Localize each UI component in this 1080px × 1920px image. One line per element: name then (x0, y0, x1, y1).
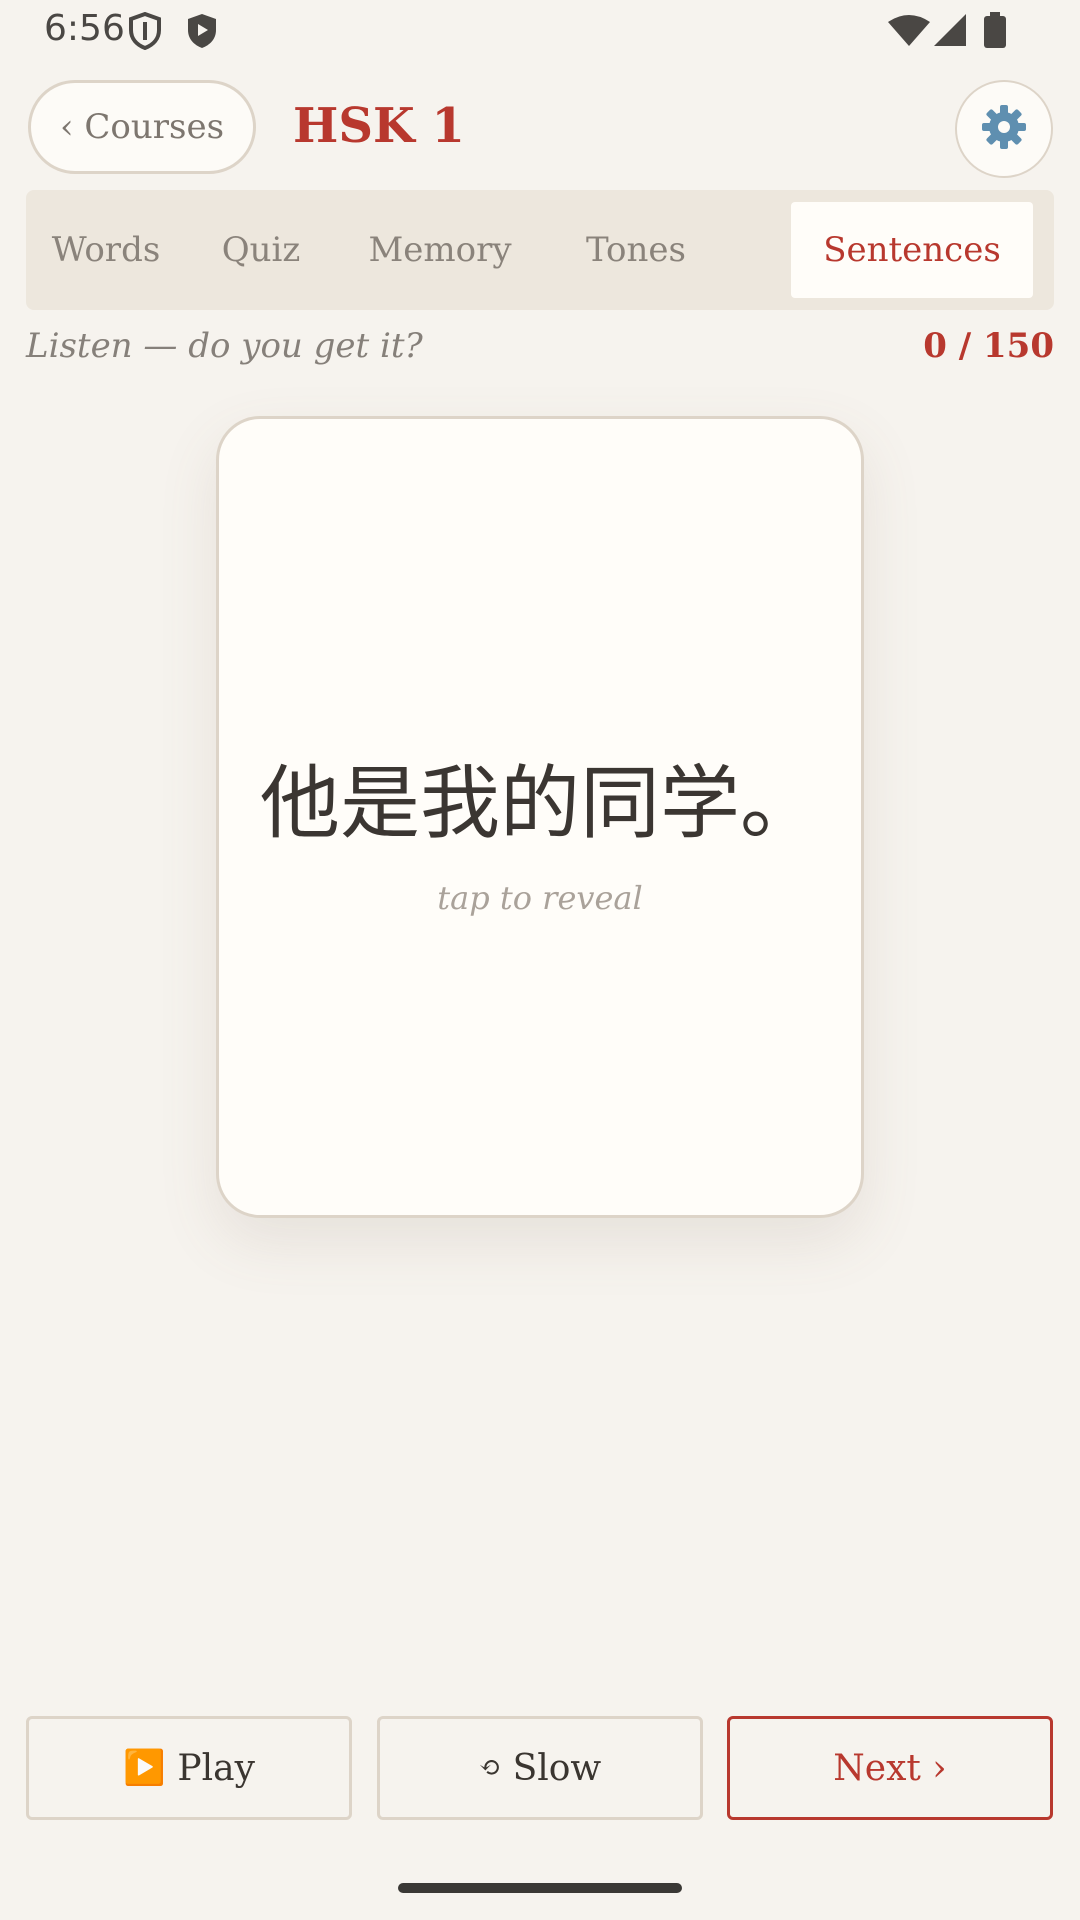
page-title: HSK 1 (293, 98, 465, 154)
next-label: Next › (833, 1747, 947, 1789)
back-to-courses-label: ‹ Courses (59, 107, 225, 147)
gear-icon (979, 102, 1029, 156)
status-bar: 6:56 (0, 0, 1080, 62)
play-label: Play (177, 1747, 255, 1789)
back-to-courses-button[interactable]: ‹ Courses (28, 80, 256, 174)
sentence-card[interactable]: 他是我的同学。 tap to reveal (216, 416, 864, 1218)
mode-tabs: Words Quiz Memory Tones Sentences (26, 190, 1054, 310)
wifi-icon (888, 14, 930, 50)
next-button[interactable]: Next › (727, 1716, 1053, 1820)
exercise-prompt: Listen — do you get it? (26, 326, 423, 366)
tab-quiz[interactable]: Quiz (196, 202, 326, 298)
settings-button[interactable] (955, 80, 1053, 178)
play-protect-icon (186, 12, 218, 54)
cell-signal-icon (934, 14, 966, 50)
tab-sentences[interactable]: Sentences (791, 202, 1033, 298)
status-time: 6:56 (44, 8, 125, 49)
play-icon: ▶️ (123, 1748, 166, 1788)
slow-icon: ⟲ (478, 1753, 501, 1783)
slow-label: Slow (512, 1747, 602, 1789)
tab-memory[interactable]: Memory (342, 202, 538, 298)
tab-words[interactable]: Words (26, 202, 186, 298)
home-indicator[interactable] (398, 1883, 682, 1893)
reveal-hint: tap to reveal (437, 879, 643, 917)
sentence-text: 他是我的同学。 (260, 757, 820, 850)
shield-icon (128, 11, 162, 54)
slow-button[interactable]: ⟲ Slow (377, 1716, 703, 1820)
tab-tones[interactable]: Tones (556, 202, 716, 298)
progress-counter: 0 / 150 (923, 326, 1054, 366)
play-button[interactable]: ▶️ Play (26, 1716, 352, 1820)
battery-icon (984, 12, 1006, 52)
